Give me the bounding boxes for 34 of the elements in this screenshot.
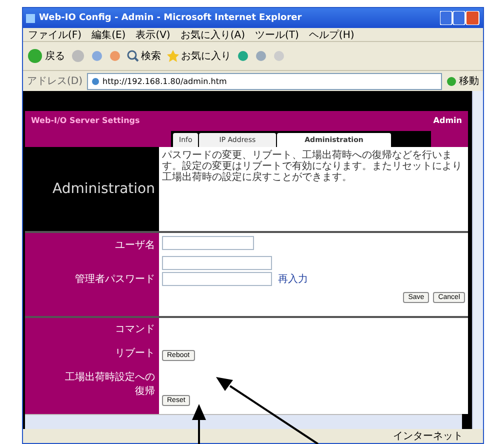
horizontal-scrollbar[interactable] <box>25 414 462 429</box>
reenter-label: 再入力 <box>278 272 308 286</box>
favorites-button[interactable]: お気に入り <box>167 49 231 63</box>
commands-label: コマンド <box>115 323 155 336</box>
star-icon <box>167 50 179 62</box>
menu-item[interactable]: ファイル(F) <box>28 28 82 42</box>
menu-item[interactable]: 表示(V) <box>136 28 170 42</box>
command-label: リブート <box>115 346 155 360</box>
search-icon <box>127 50 139 62</box>
browser-icon <box>26 14 35 22</box>
header-link[interactable]: Admin <box>433 116 462 125</box>
section-title: Administration <box>52 181 155 197</box>
password-field[interactable] <box>162 256 272 270</box>
address-field[interactable]: http://192.168.1.80/admin.htm <box>86 72 442 90</box>
status-zone: インターネット <box>393 430 463 443</box>
field-label: ユーザ名 <box>115 239 155 252</box>
window-title: Web-IO Config - Admin - Microsoft Internet Explorer <box>39 13 302 23</box>
menu-item[interactable]: 編集(E) <box>92 28 126 42</box>
menu-item[interactable]: ツール(T) <box>255 28 299 42</box>
field-label: 管理者パスワード <box>75 272 155 286</box>
command-label: 工場出荷時設定への復帰 <box>65 370 155 398</box>
annotation-arrow <box>192 404 206 444</box>
description: パスワードの変更、リブート、工場出荷時への復帰などを行います。設定の変更はリブートで有効になります。またリセットにより工場出荷時の設定に戻すことができます。 <box>162 150 463 183</box>
go-button[interactable]: 移動 <box>446 74 479 88</box>
vertical-scrollbar[interactable] <box>472 91 483 429</box>
header-title: Web-I/O Server Settings <box>31 116 140 125</box>
address-label: アドレス(D) <box>27 75 83 88</box>
username-field[interactable] <box>162 236 254 250</box>
window-controls-icon[interactable] <box>440 11 480 25</box>
menu-item[interactable]: お気に入り(A) <box>180 28 245 42</box>
search-button[interactable]: 検索 <box>127 49 161 63</box>
password-confirm-field[interactable] <box>162 272 272 286</box>
back-button[interactable]: 戻る <box>27 48 65 64</box>
menu-item[interactable]: ヘルプ(H) <box>308 28 354 42</box>
